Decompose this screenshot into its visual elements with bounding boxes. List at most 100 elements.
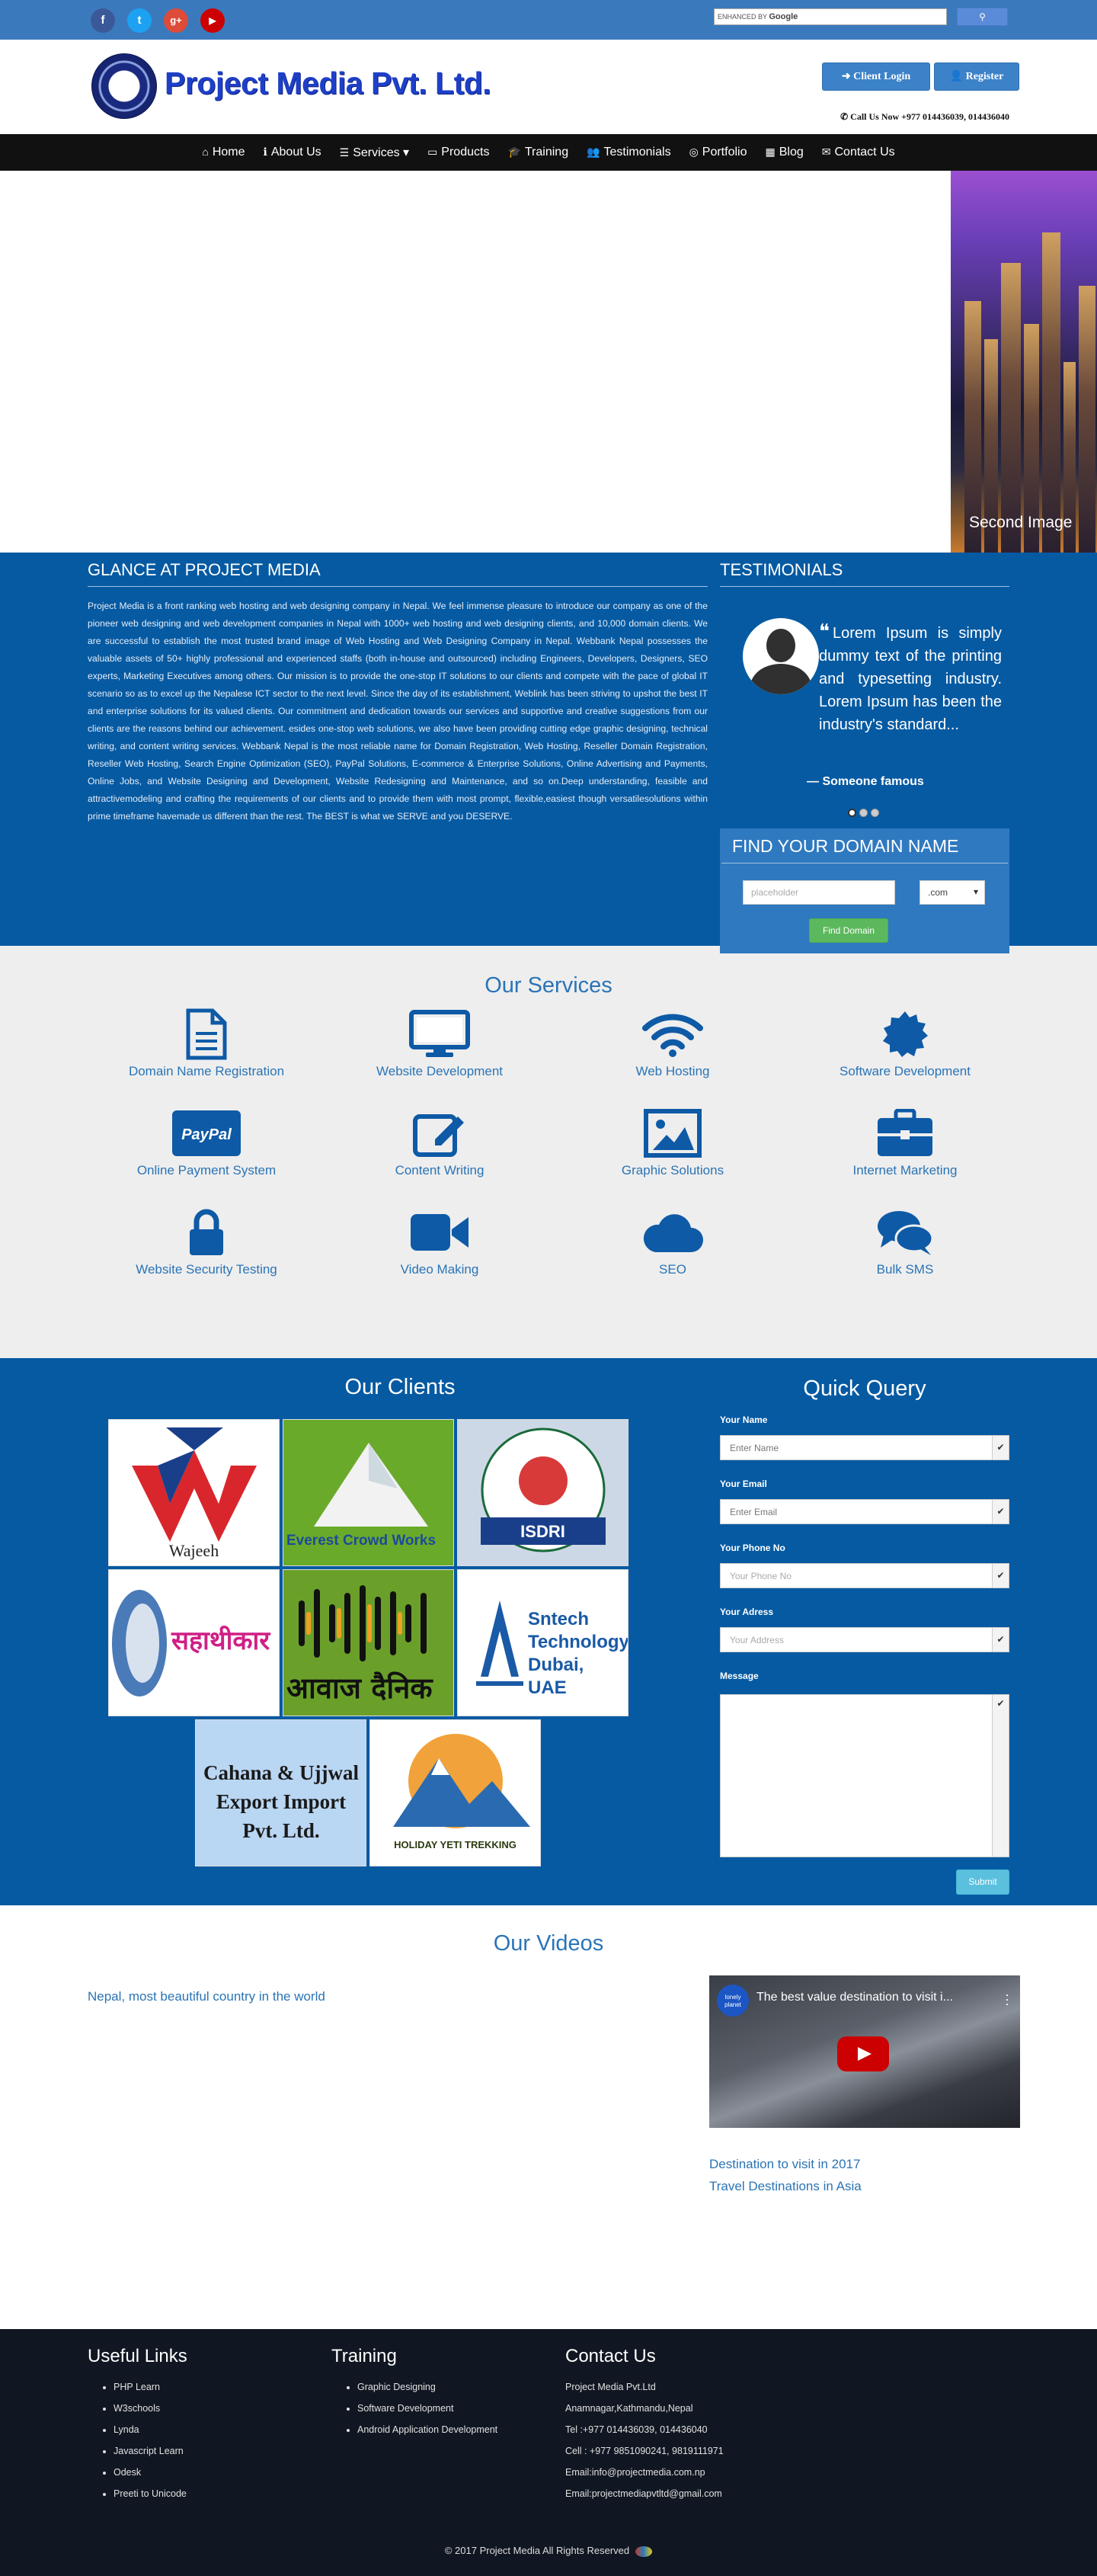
footer-link[interactable]: Odesk (114, 2462, 187, 2483)
contact-line: Anamnagar,Kathmandu,Nepal (565, 2403, 693, 2414)
carousel-dot[interactable] (859, 809, 868, 817)
footer-link[interactable]: Preeti to Unicode (114, 2483, 187, 2504)
everest-text: Everest Crowd Works (286, 1533, 437, 1549)
carousel-dot[interactable] (871, 809, 879, 817)
phone-field[interactable]: Your Phone No ✔ (720, 1563, 1009, 1588)
search-button[interactable]: ⚲ (957, 8, 1008, 26)
email-field[interactable]: Enter Email ✔ (720, 1499, 1009, 1524)
more-options-icon[interactable]: · · · (1005, 1988, 1009, 2010)
client-logo-awaaj[interactable]: आवाज दैनिक (283, 1569, 454, 1716)
service-item[interactable]: PayPal Online Payment System (92, 1105, 321, 1178)
nav-item[interactable]: ▭ Products (418, 146, 498, 159)
nav-item[interactable]: 👥 Testimonials (577, 146, 680, 159)
service-item[interactable]: Bulk SMS (791, 1204, 1019, 1277)
client-logo-isdri[interactable]: ISDRI (457, 1419, 628, 1566)
image-icon (558, 1105, 787, 1161)
facebook-icon[interactable]: f (91, 8, 115, 33)
name-placeholder: Enter Name (730, 1443, 779, 1453)
client-login-button[interactable]: ➜ Client Login (822, 62, 930, 91)
logo-badge[interactable] (91, 53, 157, 119)
address-field[interactable]: Your Address ✔ (720, 1627, 1009, 1652)
play-button-icon[interactable] (837, 2036, 889, 2071)
nav-item[interactable]: ☰ Services ▾ (331, 145, 418, 160)
tld-select[interactable]: .com (919, 880, 985, 905)
footer-link[interactable]: Software Development (357, 2398, 497, 2419)
copyright-text: © 2017 Project Media All Rights Reserved (444, 2545, 630, 2556)
email-placeholder: Enter Email (730, 1507, 778, 1517)
client-logo-cahana[interactable]: Cahana & Ujjwal Export Import Pvt. Ltd. (195, 1719, 366, 1866)
home-icon: ⌂ (202, 146, 209, 158)
monitor-icon (325, 1006, 554, 1062)
nav-item[interactable]: ✉ Contact Us (813, 146, 904, 159)
service-item[interactable]: SEO (558, 1204, 787, 1277)
submit-button[interactable]: Submit (956, 1870, 1009, 1895)
youtube-icon[interactable]: ▶ (200, 8, 225, 33)
google-brand: Google (769, 12, 798, 21)
video-title: The best value destination to visit i... (756, 1991, 953, 2004)
check-icon: ✔ (992, 1564, 1009, 1588)
find-domain-button[interactable]: Find Domain (809, 918, 888, 943)
contact-title: Contact Us (565, 2346, 656, 2366)
video-link[interactable]: Travel Destinations in Asia (709, 2179, 862, 2194)
video-link-nepal[interactable]: Nepal, most beautiful country in the wor… (88, 1989, 325, 2004)
service-label: Bulk SMS (876, 1262, 934, 1277)
service-item[interactable]: Graphic Solutions (558, 1105, 787, 1178)
cloud-icon (558, 1204, 787, 1261)
google-search-input[interactable]: ENHANCED BY Google (714, 8, 947, 25)
google-plus-icon[interactable]: g+ (164, 8, 188, 33)
service-item[interactable]: Website Development (325, 1006, 554, 1079)
register-button[interactable]: 👤 Register (934, 62, 1019, 91)
briefcase-icon (791, 1105, 1019, 1161)
service-item[interactable]: Domain Name Registration (92, 1006, 321, 1079)
service-item[interactable]: Software Development (791, 1006, 1019, 1079)
nav-item[interactable]: ▦ Blog (756, 146, 812, 159)
videos-title: Our Videos (493, 1931, 604, 1956)
quote-icon: ❝ (819, 620, 830, 642)
slide-caption: Second Image (969, 514, 1073, 531)
site-logo-text[interactable]: Project Media Pvt. Ltd. (165, 66, 491, 101)
nav-item-label: Contact Us (834, 146, 895, 159)
paypal-icon: PayPal (92, 1105, 321, 1161)
nav-item-label: Services ▾ (353, 146, 410, 159)
service-item[interactable]: Website Security Testing (92, 1204, 321, 1277)
client-logo-sntech[interactable]: Sntech Technology Dubai, UAE (457, 1569, 628, 1716)
client-logo-everest[interactable]: Everest Crowd Works (283, 1419, 454, 1566)
channel-avatar: lonely planet (717, 1985, 749, 2017)
domain-input[interactable]: placeholder (743, 880, 895, 905)
twitter-icon[interactable]: t (127, 8, 152, 33)
video-link[interactable]: Destination to visit in 2017 (709, 2157, 862, 2172)
sntech-text: Sntech Technology Dubai, UAE (528, 1609, 628, 1698)
service-label: Content Writing (395, 1163, 485, 1177)
slide-image (951, 171, 1097, 553)
service-item[interactable]: Internet Marketing (791, 1105, 1019, 1178)
nav-item[interactable]: ⌂ Home (193, 146, 254, 159)
nav-item[interactable]: 🎓 Training (498, 146, 577, 159)
footer-logo-icon (635, 2546, 653, 2557)
service-item[interactable]: Content Writing (325, 1105, 554, 1178)
nav-item[interactable]: ℹ About Us (254, 146, 331, 159)
name-field[interactable]: Enter Name ✔ (720, 1435, 1009, 1460)
client-logo-saathi[interactable]: सहाथीकार (108, 1569, 280, 1716)
client-logo-yeti[interactable]: HOLIDAY YETI TREKKING (369, 1719, 541, 1866)
nav-item[interactable]: ◎ Portfolio (680, 146, 756, 159)
glance-title: GLANCE AT PROJECT MEDIA (88, 560, 708, 587)
footer-link[interactable]: Lynda (114, 2419, 187, 2440)
carousel-dot[interactable] (848, 809, 856, 817)
youtube-embed[interactable]: lonely planet The best value destination… (709, 1975, 1020, 2128)
info-icon: ℹ (263, 146, 267, 158)
register-label: Register (965, 71, 1004, 82)
footer-link[interactable]: Graphic Designing (357, 2376, 497, 2398)
call-now-label: Call Us Now +977 014436039, 014436040 (850, 111, 1009, 122)
phone-label: Your Phone No (720, 1543, 785, 1553)
service-label: Website Development (376, 1064, 503, 1078)
contact-line: Email:projectmediapvtltd@gmail.com (565, 2488, 722, 2499)
footer-link[interactable]: PHP Learn (114, 2376, 187, 2398)
client-logo-wajeeh[interactable]: Wajeeh (108, 1419, 280, 1566)
message-textarea[interactable]: ✔ (720, 1694, 1009, 1857)
footer-link[interactable]: W3schools (114, 2398, 187, 2419)
service-item[interactable]: Web Hosting (558, 1006, 787, 1079)
footer-link[interactable]: Javascript Learn (114, 2440, 187, 2462)
service-item[interactable]: Video Making (325, 1204, 554, 1277)
footer-link[interactable]: Android Application Development (357, 2419, 497, 2440)
address-label: Your Adress (720, 1607, 774, 1617)
